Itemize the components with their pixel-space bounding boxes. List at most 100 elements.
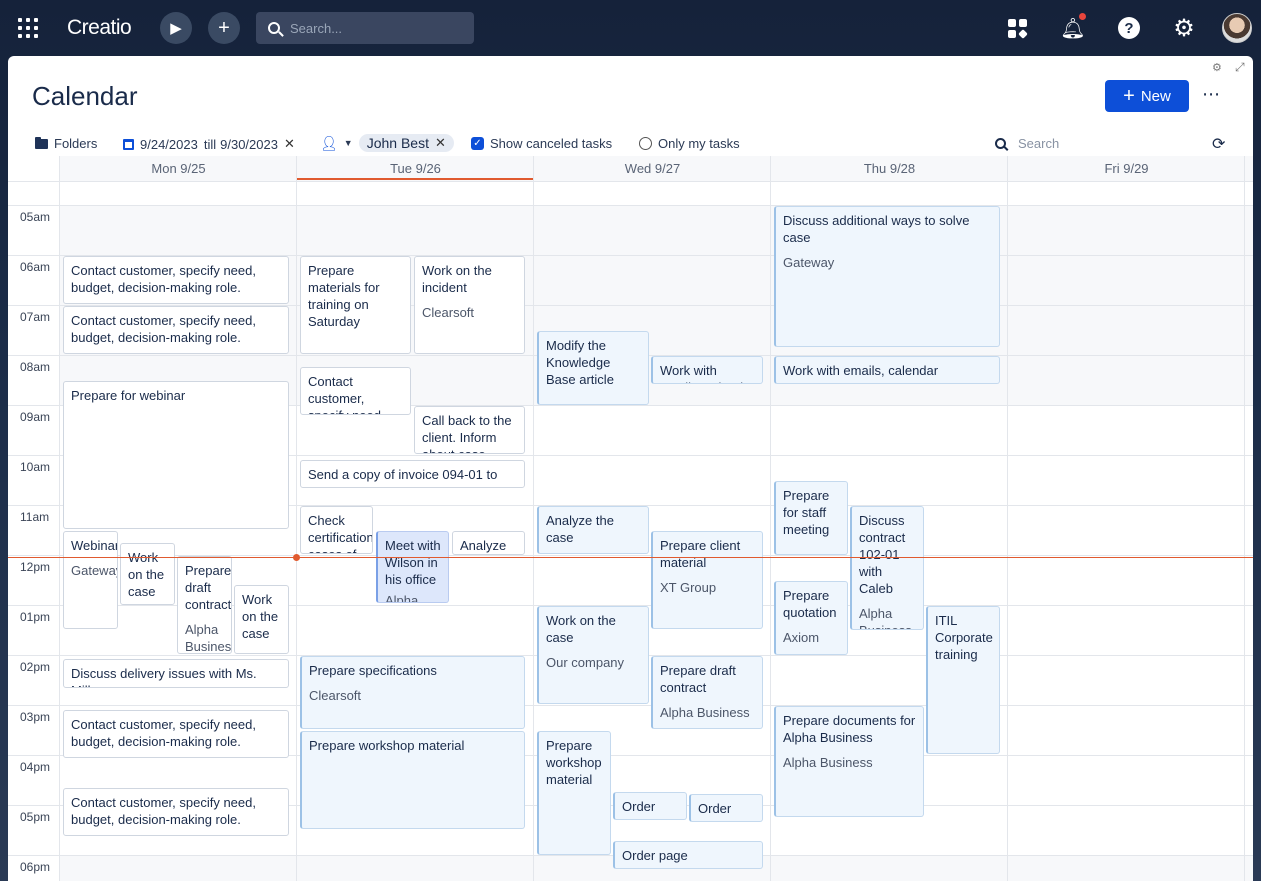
refresh-icon: ⟳ [1212,136,1226,153]
week-grid: Mon 9/25 Tue 9/26 Wed 9/27 Thu 9/28 Fri … [8,156,1253,881]
calendar-event[interactable]: Work on the case SR-201 [120,543,175,605]
folders-button[interactable]: Folders [35,136,97,151]
owner-chip: John Best ✕ [358,134,454,152]
calendar-event[interactable]: Prepare workshop material [300,731,525,829]
calendar-event[interactable]: Contact customer, specify need, budget, … [63,306,289,354]
day-header-thu[interactable]: Thu 9/28 [771,161,1008,176]
calendar-event[interactable]: Prepare for staff meeting [774,481,848,555]
calendar-event[interactable]: Contact customer, specify need, budget, … [63,788,289,836]
calendar-event[interactable]: Work on the case [234,585,289,654]
date-range-filter[interactable]: 9/24/2023 till 9/30/2023 ✕ [123,136,295,152]
calendar-event[interactable]: Prepare draft contractAlpha Business [651,656,763,729]
day-header-wed[interactable]: Wed 9/27 [534,161,771,176]
calendar-event[interactable]: Analyze [452,531,525,555]
calendar-event[interactable]: Contact customer, specify need, budget, … [63,710,289,758]
calendar-event[interactable]: Order page [689,794,763,822]
calendar-event[interactable]: Prepare for webinar [63,381,289,529]
calendar-event[interactable]: Discuss additional ways to solve case Gat… [774,206,1000,347]
calendar-event[interactable]: ITIL Corporate training [926,606,1000,754]
calendar-event[interactable]: Order page [613,841,763,869]
calendar-event[interactable]: Work on the incident Clearsoft [414,256,525,354]
calendar-event[interactable]: Prepare documents for Alpha Business Alph… [774,706,924,817]
checkbox-unchecked-icon [639,137,652,150]
avatar[interactable] [1222,13,1252,43]
new-button[interactable]: + New [1105,80,1189,112]
apps-icon [1007,18,1028,39]
time-label: 03pm [20,710,51,724]
apps-button[interactable] [1004,15,1030,41]
time-label: 08am [20,360,51,374]
expand-icon[interactable]: ⤢ [1235,60,1245,75]
time-label: 07am [20,310,51,324]
day-header-mon[interactable]: Mon 9/25 [60,161,297,176]
time-label: 06am [20,260,51,274]
calendar-event[interactable]: Prepare quotation Axiom [774,581,848,655]
calendar-event[interactable]: Contact customer, specify need [300,367,411,415]
help-button[interactable]: ? [1116,15,1142,41]
row-divider [8,705,1253,706]
notification-dot [1079,13,1086,20]
calendar-event[interactable]: Prepare specifications Clearsoft [300,656,525,729]
current-time-marker [293,554,300,561]
calendar-event[interactable]: Prepare draft contractAlpha Business [177,556,232,654]
time-label: 11am [20,510,50,524]
calendar-event[interactable]: Prepare client material XT Group [651,531,763,629]
calendar-event[interactable]: Send a copy of invoice 094-01 to [300,460,525,488]
col-divider [59,156,60,881]
search-icon [995,138,1006,149]
calendar-event[interactable]: Modify the Knowledge Base article [537,331,649,405]
calendar-event[interactable]: Work on the case Our company [537,606,649,704]
calendar-event[interactable]: Work with emails, calendar [774,356,1000,384]
refresh-button[interactable]: ⟳ [1212,134,1225,154]
calendar-event[interactable]: Prepare workshop material [537,731,611,855]
page-title: Calendar [32,81,138,111]
calendar-panel: ⚙ ⤢ Calendar + New ⋯ Folders 9/24/2023 ti… [8,56,1253,881]
help-icon: ? [1118,17,1140,39]
gear-icon: ⚙ [1173,14,1195,42]
time-label: 09am [20,410,51,424]
current-time-line [8,557,1253,558]
folder-icon [35,136,48,149]
owner-filter[interactable]: 👤︎ ▼ John Best ✕ [320,134,454,152]
calendar-event[interactable]: Analyze the case [537,506,649,554]
calendar-event[interactable]: Check certification cases of [300,506,373,554]
calendar-event[interactable]: Webinar Gateway [63,531,118,629]
time-label: 02pm [20,660,51,674]
panel-settings-icon[interactable]: ⚙ [1212,61,1222,74]
notifications-button[interactable]: 🔔︎ [1060,13,1086,41]
add-button[interactable]: + [208,12,240,44]
calendar-event[interactable]: Contact customer, specify need, budget, … [63,256,289,304]
row-divider [8,181,1253,182]
chevron-down-icon: ▼ [343,138,353,148]
app-launcher-icon[interactable] [18,18,38,38]
day-header-fri[interactable]: Fri 9/29 [1008,161,1245,176]
time-label: 10am [20,460,51,474]
clear-date-icon[interactable]: ✕ [284,136,295,152]
run-process-button[interactable]: ▶ [160,12,192,44]
remove-owner-icon[interactable]: ✕ [435,135,446,151]
calendar-event[interactable]: Discuss delivery issues with Ms. Miller [63,659,289,688]
calendar-toolbar: Folders 9/24/2023 till 9/30/2023 ✕ 👤︎ ▼ … [8,134,1253,156]
logo: Creatio [67,16,132,39]
calendar-event[interactable]: Call back to the client. Inform about ca… [414,406,525,454]
row-divider [8,205,1253,206]
show-canceled-checkbox[interactable]: ✓ Show canceled tasks [471,136,612,151]
calendar-event[interactable]: Work with emails, calendar [651,356,763,384]
global-search-input[interactable]: Search... [256,12,474,44]
day-header-tue[interactable]: Tue 9/26 [297,161,534,176]
calendar-event[interactable]: Discuss contract 102-01 with Caleb Alpha … [850,506,924,630]
calendar-event[interactable]: Order page [613,792,687,820]
calendar-event[interactable]: Meet with Wilson in his office Alpha [376,531,449,603]
top-bar: Creatio ▶ + Search... 🔔︎ ? ⚙ [0,0,1261,56]
time-label: 12pm [20,560,51,574]
col-divider [296,156,297,881]
time-label: 06pm [20,860,51,874]
checkbox-checked-icon: ✓ [471,137,484,150]
calendar-event[interactable]: Prepare materials for training on Saturd… [300,256,411,354]
play-icon: ▶ [170,20,182,37]
only-my-tasks-checkbox[interactable]: Only my tasks [639,136,740,151]
calendar-search-input[interactable]: Search [995,136,1059,151]
settings-button[interactable]: ⚙ [1171,14,1197,42]
col-divider [1007,156,1008,881]
more-actions-button[interactable]: ⋯ [1202,84,1221,105]
